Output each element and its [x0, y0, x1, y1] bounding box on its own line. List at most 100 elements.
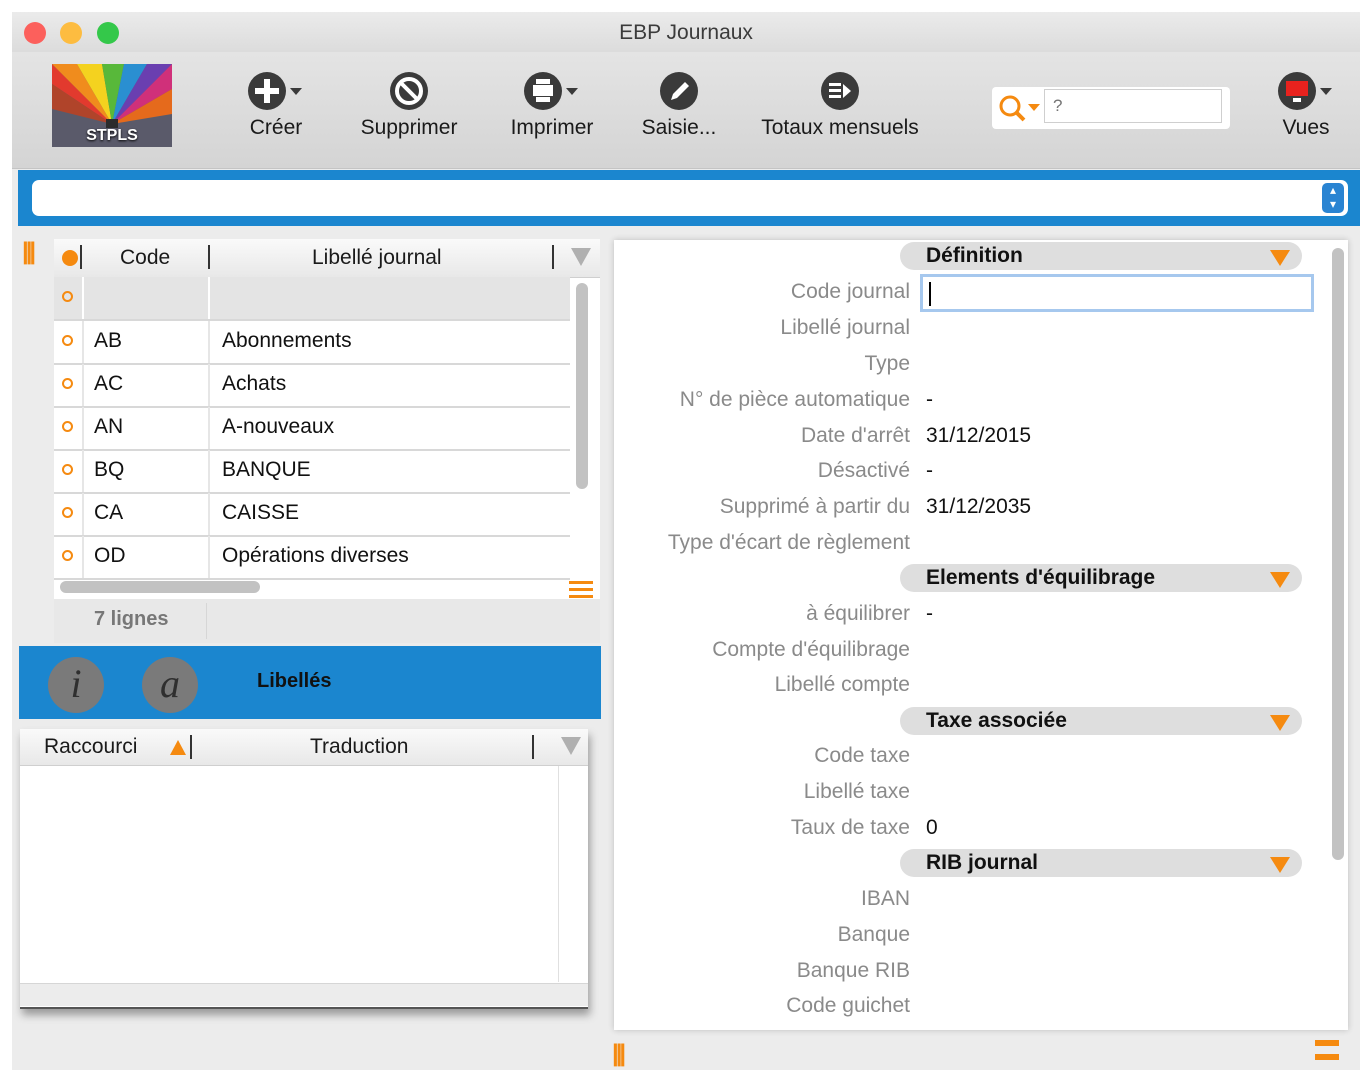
totals-arrow-icon: [821, 72, 859, 110]
row-code: AC: [94, 372, 124, 395]
views-label: Vues: [1282, 116, 1330, 139]
column-divider: [208, 493, 210, 535]
collapse-triangle-icon[interactable]: [1270, 715, 1290, 731]
collapse-triangle-icon[interactable]: [1270, 572, 1290, 588]
window-title: EBP Journaux: [619, 21, 753, 44]
row-status-icon: [62, 550, 73, 561]
label-a-equilibrer: à équilibrer: [806, 602, 910, 625]
column-divider: [208, 450, 210, 492]
journal-detail-form: Définition Code journal Libellé journal …: [614, 240, 1348, 1030]
section-rib[interactable]: RIB journal: [900, 849, 1302, 877]
delete-button[interactable]: Supprimer: [354, 70, 464, 140]
table-row[interactable]: AC Achats: [54, 364, 570, 408]
status-column-icon[interactable]: [62, 250, 78, 266]
section-definition[interactable]: Définition: [900, 242, 1302, 270]
header-raccourci[interactable]: Raccourci: [44, 735, 137, 759]
header-code[interactable]: Code: [120, 246, 170, 270]
panel-options-icon[interactable]: [1315, 1038, 1339, 1066]
detail-vertical-scrollbar[interactable]: [1332, 248, 1344, 860]
row-status-icon: [62, 378, 73, 389]
search-input[interactable]: [1044, 89, 1222, 123]
row-code: AB: [94, 329, 123, 352]
filter-select[interactable]: ▴ ▾: [32, 180, 1348, 216]
grid-options-icon[interactable]: [568, 579, 594, 601]
entry-button[interactable]: Saisie...: [634, 70, 724, 140]
value-date-arret[interactable]: 31/12/2015: [926, 424, 1031, 448]
value-desactive[interactable]: -: [926, 459, 933, 483]
section-equilibrage[interactable]: Elements d'équilibrage: [900, 564, 1302, 592]
sort-ascending-icon[interactable]: [168, 737, 188, 757]
header-separator: [552, 245, 554, 269]
row-status-icon: [62, 421, 73, 432]
label-taux-taxe: Taux de taxe: [790, 816, 910, 839]
row-code: CA: [94, 501, 124, 524]
grid-horizontal-scrollbar[interactable]: [60, 581, 260, 593]
libelles-title[interactable]: Libellés: [257, 670, 331, 693]
select-stepper-icon[interactable]: ▴ ▾: [1322, 183, 1344, 213]
monthly-totals-button[interactable]: Totaux mensuels: [752, 70, 928, 140]
value-a-equilibrer[interactable]: -: [926, 602, 933, 626]
section-title: Taxe associée: [926, 709, 1067, 732]
search-field[interactable]: [992, 87, 1230, 129]
row-libelle: Abonnements: [222, 329, 352, 352]
table-row[interactable]: AN A-nouveaux: [54, 407, 570, 451]
column-chooser-icon[interactable]: [568, 245, 594, 269]
section-title: Définition: [926, 244, 1023, 267]
header-traduction[interactable]: Traduction: [310, 735, 408, 759]
label-date-arret: Date d'arrêt: [800, 424, 910, 447]
footer-divider: [206, 603, 207, 639]
translations-header: Raccourci Traduction: [20, 729, 588, 766]
label-banque-rib: Banque RIB: [796, 959, 910, 982]
label-iban: IBAN: [860, 887, 910, 910]
column-divider: [208, 407, 210, 449]
table-row[interactable]: [54, 277, 570, 321]
search-icon: [999, 95, 1040, 122]
column-divider: [82, 536, 84, 578]
table-row[interactable]: AB Abonnements: [54, 321, 570, 365]
header-libelle[interactable]: Libellé journal: [312, 246, 442, 270]
value-piece-auto[interactable]: -: [926, 388, 933, 412]
print-button[interactable]: Imprimer: [504, 70, 600, 140]
filter-bar: ▴ ▾: [18, 170, 1360, 226]
value-supprime[interactable]: 31/12/2035: [926, 495, 1031, 519]
code-journal-input[interactable]: [920, 274, 1314, 312]
collapse-triangle-icon[interactable]: [1270, 857, 1290, 873]
column-resize-handle-icon[interactable]: |||: [22, 238, 36, 266]
value-taux-taxe[interactable]: 0: [926, 816, 938, 840]
column-chooser-icon[interactable]: [558, 734, 584, 758]
section-taxe[interactable]: Taxe associée: [900, 707, 1302, 735]
column-divider: [208, 277, 210, 319]
label-code-journal: Code journal: [790, 280, 910, 303]
at-sign-icon[interactable]: a: [142, 657, 198, 713]
monthly-totals-label: Totaux mensuels: [761, 116, 919, 139]
row-libelle: CAISSE: [222, 501, 300, 524]
grid-footer: 7 lignes: [54, 599, 600, 643]
scrollbar-track: [558, 766, 559, 982]
row-libelle: BANQUE: [222, 458, 311, 481]
label-libelle-journal: Libellé journal: [780, 316, 910, 339]
info-icon[interactable]: i: [48, 657, 104, 713]
pencil-icon: [660, 72, 698, 110]
header-separator: [532, 735, 534, 759]
table-row[interactable]: OD Opérations diverses: [54, 536, 570, 580]
table-row[interactable]: CA CAISSE: [54, 493, 570, 537]
collapse-triangle-icon[interactable]: [1270, 250, 1290, 266]
company-logo[interactable]: STPLS: [52, 64, 172, 147]
column-divider: [82, 364, 84, 406]
title-bar: EBP Journaux: [12, 12, 1360, 52]
label-desactive: Désactivé: [817, 459, 910, 482]
create-button[interactable]: Créer: [240, 70, 312, 140]
entry-label: Saisie...: [641, 116, 717, 139]
monitor-icon: [1278, 72, 1332, 110]
table-row[interactable]: BQ BANQUE: [54, 450, 570, 494]
views-button[interactable]: Vues: [1268, 70, 1344, 140]
section-title: Elements d'équilibrage: [926, 566, 1156, 589]
row-libelle: A-nouveaux: [222, 415, 335, 438]
grid-vertical-scrollbar[interactable]: [576, 283, 588, 489]
panel-resize-handle-icon[interactable]: |||: [612, 1040, 626, 1068]
column-divider: [208, 364, 210, 406]
header-separator: [80, 245, 82, 269]
label-banque: Banque: [837, 923, 910, 946]
journal-grid: Code Libellé journal AB Abonnements AC A…: [54, 239, 600, 599]
translations-panel: Raccourci Traduction: [20, 729, 588, 1009]
